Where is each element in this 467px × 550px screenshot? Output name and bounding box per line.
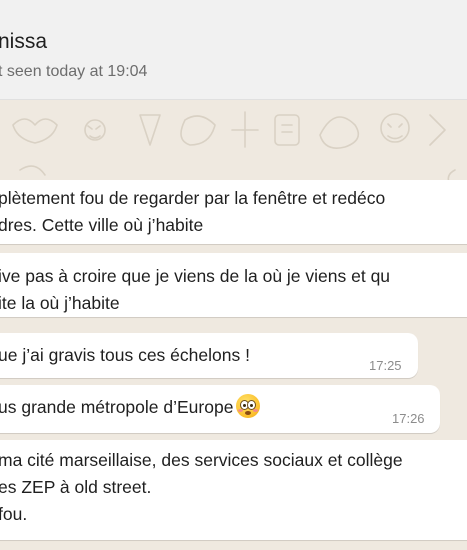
message-text-line: fou. xyxy=(0,504,28,524)
message-text: ue j’ai gravis tous ces échelons ! xyxy=(0,345,250,365)
message-text-line: dres. Cette ville où j’habite xyxy=(0,215,204,235)
message-bubble[interactable]: plètement fou de regarder par la fenêtre… xyxy=(0,180,467,244)
message-timestamp: 17:25 xyxy=(369,358,402,373)
message-text: us grande métropole d’Europe xyxy=(0,397,234,417)
message-bubble[interactable]: ue j’ai gravis tous ces échelons ! 17:25 xyxy=(0,333,418,378)
flushed-face-emoji xyxy=(236,394,261,418)
contact-name[interactable]: nissa xyxy=(0,30,47,54)
message-text-line: es ZEP à old street. xyxy=(0,477,152,497)
chat-header[interactable]: nissa t seen today at 19:04 xyxy=(0,0,467,100)
message-text-line: ive pas à croire que je viens de la où j… xyxy=(0,266,391,286)
message-timestamp: 17:26 xyxy=(392,411,425,426)
message-bubble[interactable]: ive pas à croire que je viens de la où j… xyxy=(0,253,467,317)
message-text-line: ma cité marseillaise, des services socia… xyxy=(0,450,403,470)
message-list[interactable]: plètement fou de regarder par la fenêtre… xyxy=(0,100,467,550)
message-bubble[interactable]: us grande métropole d’Europe 17:26 xyxy=(0,385,440,433)
message-text-line: plètement fou de regarder par la fenêtre… xyxy=(0,188,386,208)
message-text-line: ite la où j’habite xyxy=(0,293,120,313)
last-seen-status: t seen today at 19:04 xyxy=(0,63,148,80)
message-bubble[interactable]: ma cité marseillaise, des services socia… xyxy=(0,440,467,540)
